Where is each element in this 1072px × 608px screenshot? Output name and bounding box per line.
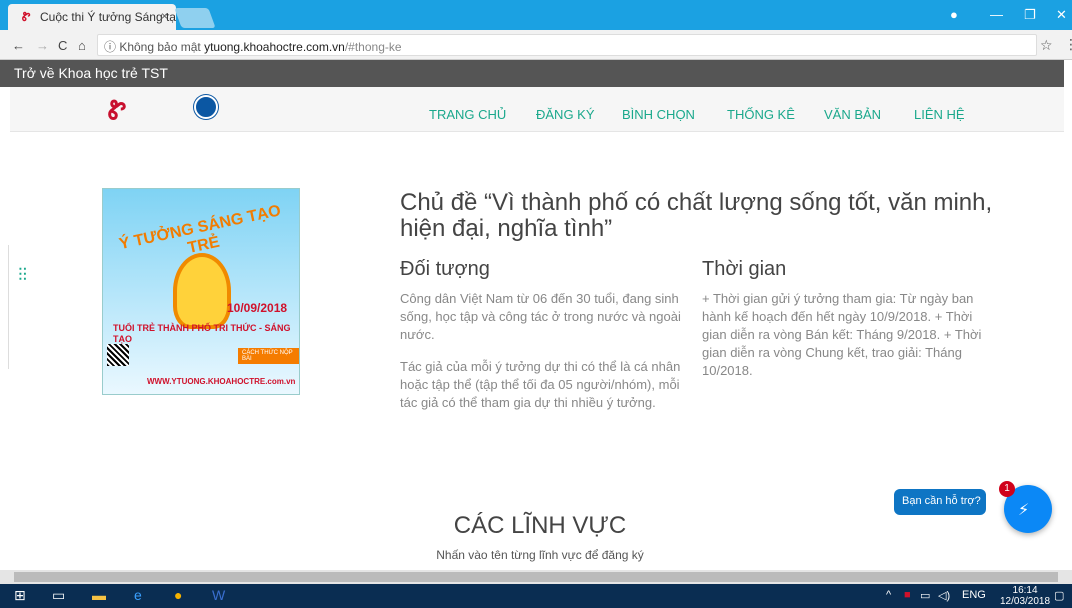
windows-start-icon[interactable]: ⊞ <box>14 587 26 604</box>
action-center-icon[interactable]: ▢ <box>1054 589 1064 602</box>
menu-kebab-icon[interactable]: ⋮ <box>1064 36 1072 53</box>
poster-url: WWW.YTUONG.KHOAHOCTRE.com.vn <box>147 377 296 386</box>
forward-arrow-icon[interactable]: → <box>36 38 49 53</box>
khoahoctre-logo-icon[interactable]: Ꮡ <box>108 96 132 124</box>
time-text: + Thời gian gửi ý tưởng tham gia: Từ ngà… <box>702 291 982 378</box>
lightbulb-icon <box>173 253 231 329</box>
maximize-button[interactable]: ❐ <box>1024 7 1036 23</box>
clock-time: 16:14 <box>1012 585 1038 596</box>
time-heading: Thời gian <box>702 258 787 280</box>
side-panel-edge <box>0 245 9 369</box>
browser-toolbar: ← → C ⌂ ⓘ Không bảo mật ytuong.khoahoctr… <box>0 30 1072 60</box>
bookmark-star-icon[interactable]: ☆ <box>1040 37 1053 54</box>
minimize-button[interactable]: — <box>990 7 1003 22</box>
new-tab-button[interactable] <box>174 8 216 28</box>
poster-date: 10/09/2018 <box>227 301 288 315</box>
sliders-icon[interactable]: ⫶⫶ <box>18 265 27 286</box>
reload-icon[interactable]: C <box>58 38 67 53</box>
url-domain: ytuong.khoahoctre.com.vn <box>204 40 345 54</box>
clock-date: 12/03/2018 <box>1000 596 1051 607</box>
browser-tabbar: Ꮡ Cuộc thi Ý tưởng Sáng tạ × ● — ❐ ✕ <box>0 0 1072 30</box>
address-bar[interactable]: ⓘ Không bảo mật ytuong.khoahoctre.com.vn… <box>97 34 1037 56</box>
language-indicator[interactable]: ENG <box>962 589 986 601</box>
task-view-icon[interactable]: ▭ <box>52 587 65 604</box>
menu-item-home[interactable]: TRANG CHỦ <box>429 107 506 122</box>
messenger-icon: ⚡ <box>1018 502 1030 519</box>
scrollbar-thumb[interactable] <box>14 572 1058 582</box>
close-window-button[interactable]: ✕ <box>1056 7 1067 23</box>
poster-submit-method: CÁCH THỨC NỘP BÀI <box>238 348 299 364</box>
security-indicator[interactable]: ⓘ Không bảo mật <box>104 40 201 54</box>
topic-title: Chủ đề “Vì thành phố có chất lượng sống … <box>400 189 993 242</box>
volume-icon[interactable]: ◁) <box>938 589 950 602</box>
audience-text-2: Tác giả của mỗi ý tưởng dự thi có thể là… <box>400 359 681 410</box>
fields-subtitle: Nhấn vào tên từng lĩnh vực để đăng ký <box>436 548 644 562</box>
audience-text-1: Công dân Việt Nam từ 06 đến 30 tuổi, đan… <box>400 291 681 342</box>
back-to-tst-link[interactable]: Trở về Khoa học trẻ TST <box>0 60 1064 87</box>
help-tooltip[interactable]: Bạn cần hỗ trợ? <box>894 489 986 515</box>
menu-item-stats[interactable]: THỐNG KÊ <box>727 107 795 122</box>
url-path: /#thong-ke <box>344 40 402 54</box>
contest-poster: Ý TƯỞNG SÁNG TẠO TRẺ 10/09/2018 TUỔI TRẺ… <box>102 188 300 395</box>
browser-tab[interactable]: Ꮡ Cuộc thi Ý tưởng Sáng tạ × <box>8 4 176 30</box>
tab-title: Cuộc thi Ý tưởng Sáng tạ <box>40 10 176 24</box>
profile-icon[interactable]: ● <box>950 7 958 22</box>
fields-heading: CÁC LĨNH VỰC <box>453 512 627 539</box>
taskbar-clock[interactable]: 16:14 12/03/2018 <box>1000 585 1050 607</box>
edge-browser-icon[interactable]: e <box>134 587 142 603</box>
windows-taskbar: ⊞ ▭ ▬ e ● W ^ ■ ▭ ◁) ENG 16:14 12/03/201… <box>0 584 1072 608</box>
back-arrow-icon[interactable]: ← <box>12 38 25 53</box>
menu-item-documents[interactable]: VĂN BẢN <box>824 107 881 122</box>
youth-union-logo-icon[interactable] <box>194 95 218 119</box>
notification-badge: 1 <box>999 481 1015 497</box>
menu-item-contact[interactable]: LIÊN HỆ <box>914 107 965 122</box>
audience-heading: Đối tượng <box>400 258 490 280</box>
site-header: Ꮡ TRANG CHỦ ĐĂNG KÝ BÌNH CHỌN THỐNG KÊ V… <box>10 87 1064 132</box>
menu-item-register[interactable]: ĐĂNG KÝ <box>536 107 595 122</box>
menu-item-vote[interactable]: BÌNH CHỌN <box>622 107 695 122</box>
tab-close-icon[interactable]: × <box>161 9 168 23</box>
file-explorer-icon[interactable]: ▬ <box>92 587 106 603</box>
home-icon[interactable]: ⌂ <box>78 38 86 53</box>
network-icon[interactable]: ▭ <box>920 589 930 602</box>
chrome-icon[interactable]: ● <box>174 587 182 603</box>
qr-code-icon <box>107 344 129 366</box>
tray-chevron-icon[interactable]: ^ <box>886 589 891 601</box>
antivirus-tray-icon[interactable]: ■ <box>904 589 911 601</box>
horizontal-scrollbar[interactable] <box>0 570 1072 584</box>
word-icon[interactable]: W <box>212 587 225 603</box>
poster-slogan: TUỔI TRẺ THÀNH PHỐ TRI THỨC - SÁNG TẠO <box>113 323 291 344</box>
site-favicon-icon: Ꮡ <box>22 10 31 24</box>
